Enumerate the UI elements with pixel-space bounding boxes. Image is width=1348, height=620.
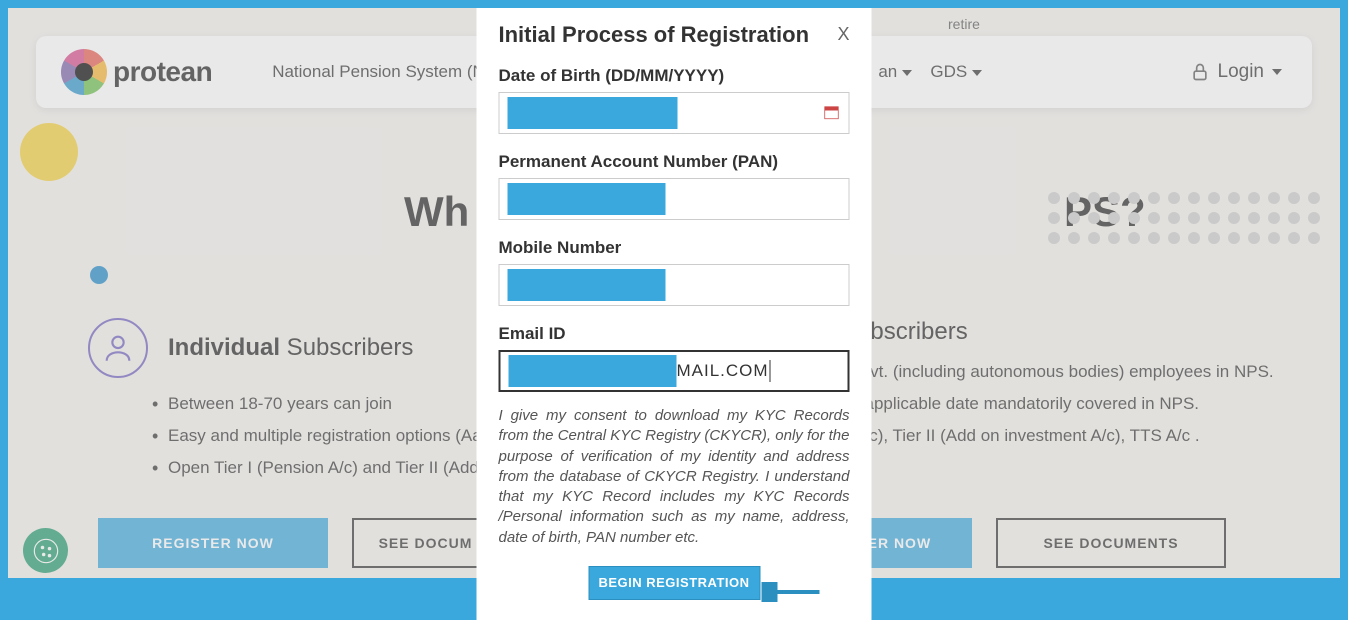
dob-label: Date of Birth (DD/MM/YYYY) [499,66,850,86]
modal-title: Initial Process of Registration [499,22,850,48]
pan-input[interactable] [499,178,850,220]
calendar-icon[interactable] [823,103,841,121]
email-masked-value [509,355,677,387]
text-cursor [770,360,771,382]
dob-input[interactable] [499,92,850,134]
pan-masked-value [508,183,666,215]
registration-modal: Initial Process of Registration X Date o… [477,8,872,620]
email-label: Email ID [499,324,850,344]
annotation-arrow [762,582,822,602]
close-button[interactable]: X [837,24,849,45]
email-input[interactable]: MAIL.COM [499,350,850,392]
mobile-input[interactable] [499,264,850,306]
consent-text: I give my consent to download my KYC Rec… [499,406,850,548]
dob-masked-value [508,97,678,129]
pan-label: Permanent Account Number (PAN) [499,152,850,172]
email-visible-suffix: MAIL.COM [677,361,769,381]
mobile-label: Mobile Number [499,238,850,258]
mobile-masked-value [508,269,666,301]
begin-registration-button[interactable]: BEGIN REGISTRATION [588,566,760,600]
